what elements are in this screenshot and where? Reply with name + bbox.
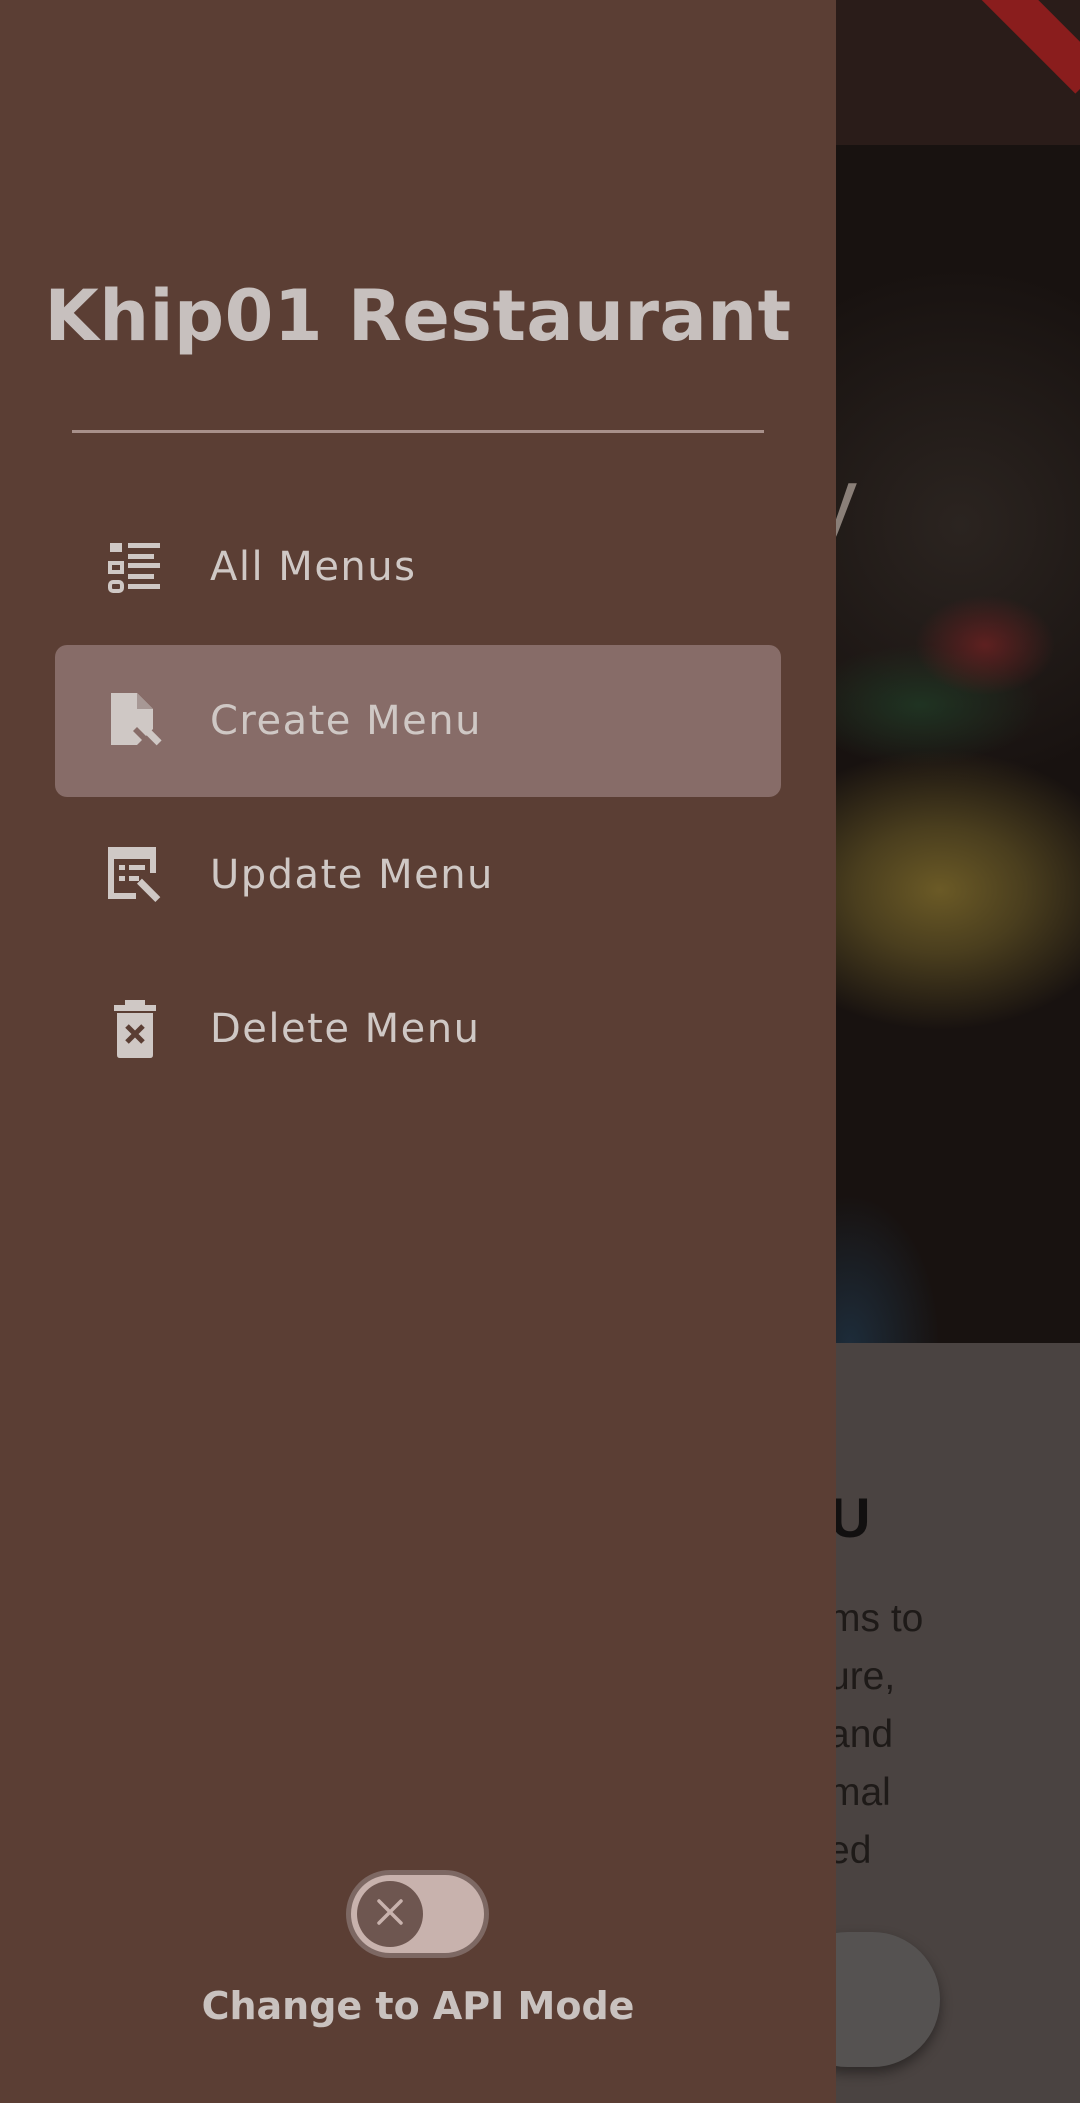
menu-item-delete-menu[interactable]: Delete Menu	[55, 953, 781, 1105]
api-mode-toggle-label: Change to API Mode	[201, 1984, 635, 2028]
toggle-knob	[357, 1881, 423, 1947]
menu-item-create-menu[interactable]: Create Menu	[55, 645, 781, 797]
screen: y U ms to ure, and mal ed Khip01 Restaur…	[0, 0, 1080, 2103]
menu-item-label: Update Menu	[210, 852, 494, 898]
list-icon	[105, 537, 165, 597]
menu-item-label: Create Menu	[210, 698, 482, 744]
create-document-icon	[105, 691, 165, 751]
background-card-title: U	[830, 1486, 871, 1549]
menu-item-all-menus[interactable]: All Menus	[55, 491, 781, 643]
navigation-drawer: Khip01 Restaurant All Menus Create Menu …	[0, 0, 836, 2103]
api-mode-toggle[interactable]	[346, 1870, 489, 1958]
delete-bin-icon	[105, 999, 165, 1059]
drawer-title: Khip01 Restaurant	[44, 275, 792, 357]
menu-item-label: Delete Menu	[210, 1006, 481, 1052]
edit-document-icon	[105, 845, 165, 905]
drawer-divider	[72, 430, 764, 433]
background-card-description: ms to ure, and mal ed	[828, 1597, 924, 1872]
close-icon	[375, 1897, 405, 1931]
menu-item-label: All Menus	[210, 544, 417, 590]
menu-item-update-menu[interactable]: Update Menu	[55, 799, 781, 951]
